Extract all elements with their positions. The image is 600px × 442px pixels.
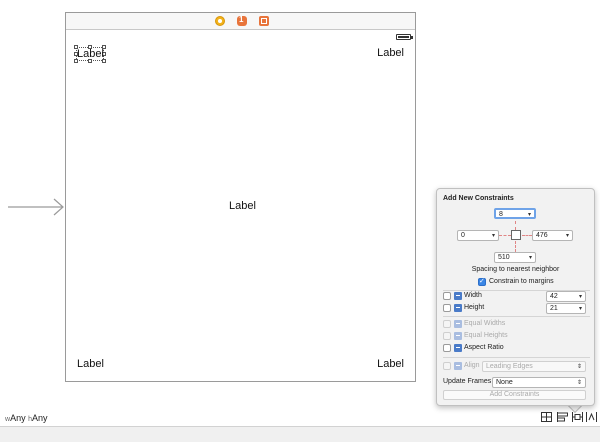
label-bottom-left[interactable]: Label bbox=[77, 358, 104, 370]
trailing-spacing-combo[interactable]: 476 ▾ bbox=[532, 230, 573, 241]
height-class-value: Any bbox=[32, 413, 48, 423]
leading-spacing-value[interactable]: 0 bbox=[461, 232, 465, 239]
equal-widths-checkbox[interactable] bbox=[443, 320, 451, 328]
equal-heights-checkbox[interactable] bbox=[443, 332, 451, 340]
size-class-control[interactable]: wAny hAny bbox=[5, 413, 48, 423]
equal-heights-icon bbox=[454, 332, 462, 340]
align-icon[interactable] bbox=[557, 412, 568, 422]
align-combo[interactable]: Leading Edges ⇕ bbox=[482, 361, 586, 372]
exit-icon[interactable] bbox=[259, 16, 269, 26]
equal-heights-label: Equal Heights bbox=[464, 332, 508, 339]
width-icon bbox=[454, 292, 462, 300]
height-icon bbox=[454, 304, 462, 312]
width-label: Width bbox=[464, 292, 482, 299]
chevron-down-icon[interactable]: ▾ bbox=[579, 305, 582, 314]
bottom-spacing-combo[interactable]: 510 ▾ bbox=[494, 252, 536, 263]
view-controller-scene[interactable]: Label Label Label Label Label bbox=[65, 12, 416, 382]
update-frames-value[interactable]: None bbox=[496, 379, 513, 386]
top-spacing-value[interactable]: 8 bbox=[499, 211, 503, 218]
chevron-updown-icon[interactable]: ⇕ bbox=[577, 363, 582, 372]
stack-icon[interactable] bbox=[541, 412, 552, 422]
chevron-down-icon[interactable]: ▾ bbox=[529, 254, 532, 263]
leading-constraint-strut[interactable] bbox=[499, 235, 511, 236]
label-bottom-right[interactable]: Label bbox=[377, 358, 404, 370]
width-value[interactable]: 42 bbox=[550, 293, 558, 300]
add-constraints-popover: Add New Constraints 8 ▾ 0 ▾ 476 ▾ 510 ▾ … bbox=[436, 188, 595, 406]
width-checkbox[interactable] bbox=[443, 292, 451, 300]
update-frames-label: Update Frames bbox=[443, 378, 492, 385]
chevron-updown-icon[interactable]: ⇕ bbox=[577, 379, 582, 388]
view-controller-icon[interactable] bbox=[215, 16, 225, 26]
align-value[interactable]: Leading Edges bbox=[486, 363, 533, 370]
bottom-spacing-value[interactable]: 510 bbox=[498, 254, 510, 261]
editor-bottom-bar bbox=[0, 426, 600, 442]
chevron-down-icon[interactable]: ▾ bbox=[579, 293, 582, 302]
constrain-to-margins-label: Constrain to margins bbox=[489, 278, 554, 285]
chevron-down-icon[interactable]: ▾ bbox=[528, 211, 531, 220]
aspect-ratio-checkbox[interactable] bbox=[443, 344, 451, 352]
battery-icon bbox=[396, 34, 413, 40]
bottom-constraint-strut[interactable] bbox=[515, 241, 516, 252]
align-checkbox[interactable] bbox=[443, 362, 451, 370]
aspect-ratio-label: Aspect Ratio bbox=[464, 344, 504, 351]
label-top-left[interactable]: Label bbox=[77, 48, 104, 60]
resolve-icon[interactable] bbox=[586, 412, 597, 422]
width-class-value: Any bbox=[10, 413, 26, 423]
chevron-down-icon[interactable]: ▾ bbox=[566, 232, 569, 241]
trailing-spacing-value[interactable]: 476 bbox=[536, 232, 548, 239]
first-responder-icon[interactable] bbox=[237, 15, 247, 26]
divider bbox=[443, 316, 590, 317]
align-icon bbox=[454, 362, 462, 370]
spacing-caption: Spacing to nearest neighbor bbox=[471, 266, 560, 273]
label-center[interactable]: Label bbox=[229, 200, 256, 212]
update-frames-combo[interactable]: None ⇕ bbox=[492, 377, 586, 388]
pin-icon[interactable] bbox=[572, 412, 583, 422]
popover-title: Add New Constraints bbox=[443, 195, 514, 202]
entry-arrow-icon bbox=[8, 198, 64, 216]
scene-dock bbox=[66, 13, 415, 30]
height-label: Height bbox=[464, 304, 485, 311]
equal-widths-label: Equal Widths bbox=[464, 320, 506, 327]
height-checkbox[interactable] bbox=[443, 304, 451, 312]
align-label: Align bbox=[464, 362, 480, 369]
top-spacing-combo[interactable]: 8 ▾ bbox=[494, 208, 536, 219]
divider bbox=[443, 357, 590, 358]
add-constraints-button[interactable]: Add Constraints bbox=[443, 390, 586, 400]
chevron-down-icon[interactable]: ▾ bbox=[492, 232, 495, 241]
height-value[interactable]: 21 bbox=[550, 305, 558, 312]
height-value-combo[interactable]: 21 ▾ bbox=[546, 303, 586, 314]
trailing-constraint-strut[interactable] bbox=[522, 235, 532, 236]
leading-spacing-combo[interactable]: 0 ▾ bbox=[457, 230, 499, 241]
width-value-combo[interactable]: 42 ▾ bbox=[546, 291, 586, 302]
top-constraint-strut[interactable] bbox=[515, 221, 516, 230]
aspect-ratio-icon bbox=[454, 344, 462, 352]
constrain-to-margins-checkbox[interactable] bbox=[478, 277, 486, 286]
selected-view-box bbox=[511, 230, 521, 240]
label-top-right[interactable]: Label bbox=[377, 47, 404, 59]
equal-widths-icon bbox=[454, 320, 462, 328]
